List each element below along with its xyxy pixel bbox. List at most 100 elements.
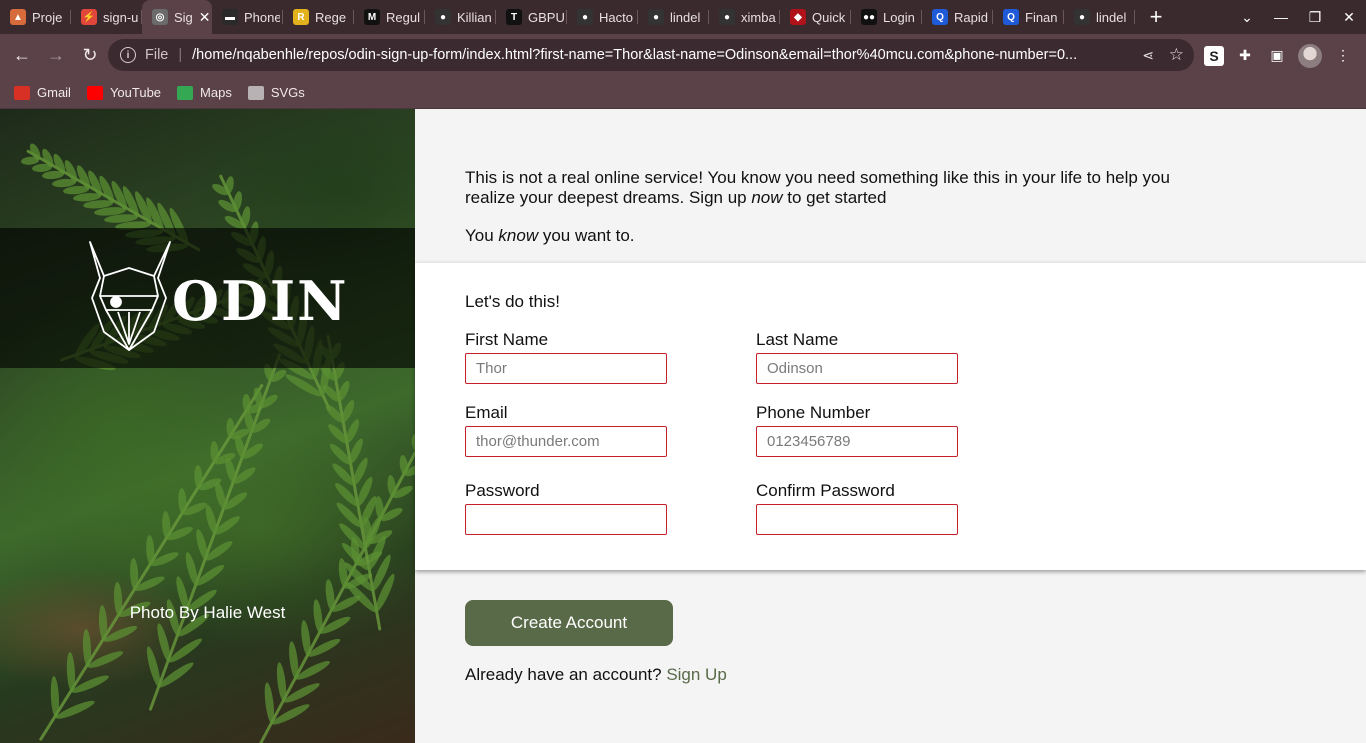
last-name-input[interactable]: [756, 353, 958, 384]
close-tab-icon[interactable]: ✕: [199, 9, 211, 26]
first-name-label: First Name: [465, 330, 549, 349]
tab-favicon-icon: ⚡: [81, 9, 97, 25]
back-button[interactable]: ←: [6, 40, 38, 72]
tab-favicon-icon: ●: [1074, 9, 1090, 25]
bookmark-star-icon[interactable]: ☆: [1169, 45, 1184, 65]
sign-up-link[interactable]: Sign Up: [666, 665, 726, 684]
puzzle-extensions-icon[interactable]: ✚: [1234, 45, 1256, 67]
browser-tab[interactable]: ⚡ sign-u: [71, 0, 142, 34]
tab-favicon-icon: Q: [1003, 9, 1019, 25]
confirm-password-input[interactable]: [756, 504, 958, 535]
minimize-button[interactable]: —: [1264, 9, 1298, 25]
tab-title: Sig: [174, 9, 193, 25]
forward-button[interactable]: →: [40, 40, 72, 72]
browser-tab[interactable]: ◆ Quick: [780, 0, 851, 34]
new-tab-button[interactable]: +: [1141, 0, 1171, 34]
tab-title: Rege: [315, 9, 347, 25]
sidebar-hero-image: ODIN Photo By Halie West: [0, 109, 415, 743]
browser-tab[interactable]: ▲ Proje: [0, 0, 71, 34]
password-input[interactable]: [465, 504, 667, 535]
tab-title: Hacto: [599, 9, 633, 25]
address-bar[interactable]: i File | /home/nqabenhle/repos/odin-sign…: [108, 39, 1194, 71]
bookmark-label: Gmail: [37, 85, 71, 100]
browser-tab[interactable]: ● ximba: [709, 0, 780, 34]
browser-tab[interactable]: M Regul: [354, 0, 425, 34]
phone-label: Phone Number: [756, 403, 871, 422]
browser-tab[interactable]: ● Killian: [425, 0, 496, 34]
tab-title: Login: [883, 9, 915, 25]
tab-title: Rapid: [954, 9, 988, 25]
tab-favicon-icon: ●: [577, 9, 593, 25]
sign-in-prompt: Already have an account? Sign Up: [465, 665, 727, 685]
bookmark-item[interactable]: SVGs: [247, 85, 305, 100]
confirm-password-field: Confirm Password: [756, 481, 958, 535]
bookmark-favicon-icon: [14, 85, 30, 100]
browser-toolbar: ← → ↻ i File | /home/nqabenhle/repos/odi…: [0, 34, 1366, 77]
tab-separator: [1134, 10, 1135, 24]
fern-leaf: [133, 574, 167, 595]
profile-avatar[interactable]: [1298, 43, 1322, 68]
browser-tab[interactable]: Q Rapid: [922, 0, 993, 34]
email-field: Email: [465, 403, 667, 457]
bookmark-favicon-icon: [247, 85, 264, 100]
share-icon[interactable]: ⋖: [1142, 47, 1154, 64]
tab-list: ▲ Proje ⚡ sign-u ◎ Sig ✕ ▬ Phone R Rege M Regul ● Kill…: [0, 0, 1135, 34]
create-account-button[interactable]: Create Account: [465, 600, 673, 646]
fern-leaf: [386, 474, 397, 498]
tab-favicon-icon: ▲: [10, 9, 26, 25]
tab-strip: ▲ Proje ⚡ sign-u ◎ Sig ✕ ▬ Phone R Rege M Regul ● Kill…: [0, 0, 1366, 34]
signup-form-card: Let's do this! First Name Last Name Emai…: [415, 262, 1366, 570]
side-panel-icon[interactable]: ▣: [1266, 45, 1288, 67]
fern-leaf: [144, 645, 164, 689]
fern-leaf: [193, 528, 210, 561]
tab-favicon-icon: ●: [648, 9, 664, 25]
photo-credit: Photo By Halie West: [129, 603, 286, 622]
bookmark-item[interactable]: Maps: [177, 85, 232, 100]
bookmark-label: SVGs: [270, 85, 305, 100]
s-extension-icon[interactable]: S: [1204, 45, 1224, 66]
tab-title: GBPU: [528, 9, 564, 25]
info-icon[interactable]: i: [120, 47, 136, 63]
tab-title: lindel: [1096, 9, 1127, 25]
menu-kebab-icon[interactable]: ⋮: [1332, 45, 1354, 67]
tab-favicon-icon: ●●: [861, 9, 877, 25]
email-input[interactable]: [465, 426, 667, 457]
browser-tab[interactable]: T GBPU: [496, 0, 567, 34]
restore-button[interactable]: ❐: [1298, 9, 1332, 26]
fern-leaf: [65, 651, 76, 693]
browser-tab[interactable]: Q Finan: [993, 0, 1064, 34]
last-name-label: Last Name: [756, 330, 839, 349]
browser-tab[interactable]: ● lindel: [1064, 0, 1135, 34]
bookmark-favicon-icon: [86, 85, 103, 100]
url-text[interactable]: /home/nqabenhle/repos/odin-sign-up-form/…: [192, 47, 1140, 63]
window-controls: ⌄ — ❐ ✕: [1230, 0, 1366, 34]
tab-search-icon[interactable]: ⌄: [1230, 9, 1264, 26]
intro-text: This is not a real online service! You k…: [465, 168, 1185, 246]
browser-tab[interactable]: ● lindel: [638, 0, 709, 34]
page-content: ODIN Photo By Halie West This is not a r…: [0, 109, 1366, 743]
close-window-button[interactable]: ✕: [1332, 9, 1366, 26]
phone-input[interactable]: [756, 426, 958, 457]
browser-tab[interactable]: R Rege: [283, 0, 354, 34]
intro-paragraph-2: You know you want to.: [465, 226, 635, 245]
browser-tab[interactable]: ▬ Phone: [212, 0, 283, 34]
already-have-account-text: Already have an account?: [465, 665, 667, 684]
browser-tab[interactable]: ◎ Sig ✕: [142, 0, 212, 34]
password-field: Password: [465, 481, 667, 535]
bookmark-item[interactable]: YouTube: [86, 85, 162, 100]
tab-title: Quick: [812, 9, 846, 25]
fern-leaf: [49, 675, 60, 718]
tab-title: sign-u: [103, 9, 139, 25]
bookmark-item[interactable]: Gmail: [14, 85, 71, 100]
bookmark-label: YouTube: [109, 85, 162, 100]
bookmark-label: Maps: [200, 85, 232, 100]
tab-title: Finan: [1025, 9, 1058, 25]
odin-viking-logo-icon: [89, 241, 171, 351]
tab-favicon-icon: ●: [719, 9, 735, 25]
reload-button[interactable]: ↻: [74, 40, 106, 72]
browser-tab[interactable]: ●● Login: [851, 0, 922, 34]
first-name-input[interactable]: [465, 353, 667, 384]
fern-leaf: [81, 628, 92, 667]
browser-tab[interactable]: ● Hacto: [567, 0, 638, 34]
tab-title: Killian: [457, 9, 492, 25]
